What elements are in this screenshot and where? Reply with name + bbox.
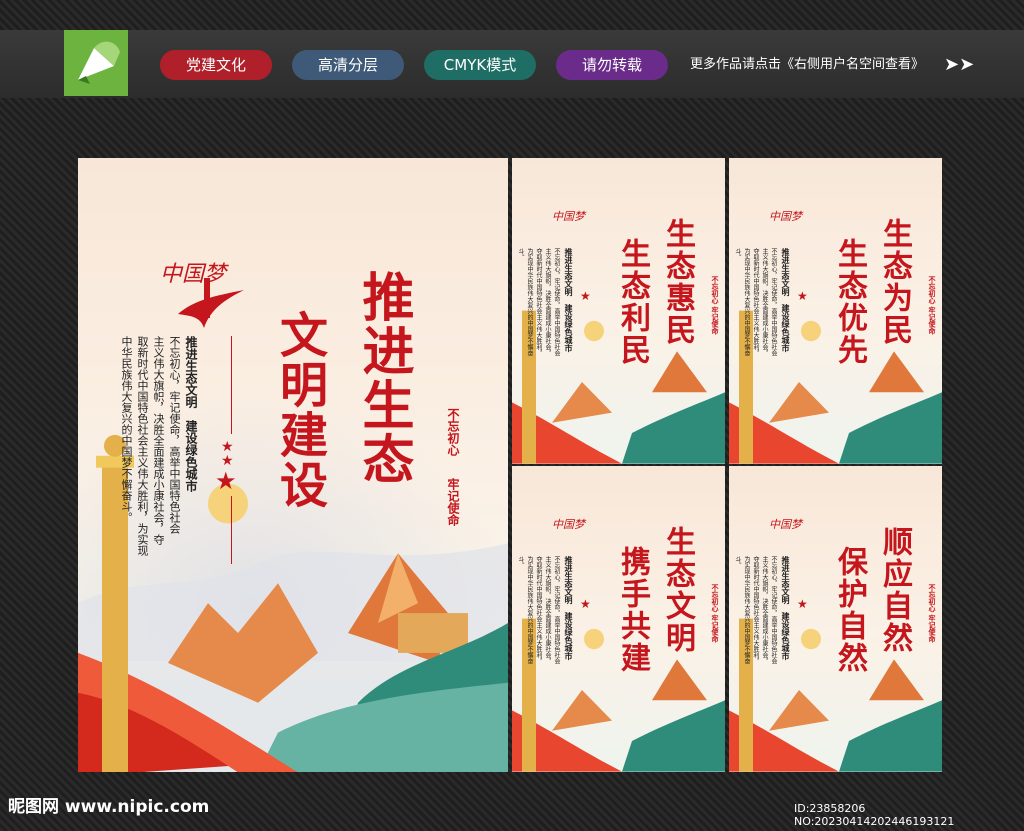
small-4-body-text: 不忘初心，牢记使命，高举中国特色社会主义伟大旗帜，决胜全面建成小康社会，夺取新时… — [734, 556, 777, 664]
main-title-left: 文明建设 — [271, 310, 327, 510]
main-poster: 中国梦 推进生态 文明建设 ★ ★ ★ 推进生态文明 建设绿色城市 不忘初心，牢记… — [78, 158, 508, 772]
tag-cmyk[interactable]: CMYK模式 — [424, 50, 536, 80]
tag-party-culture[interactable]: 党建文化 — [160, 50, 272, 80]
divider-line-lower — [231, 496, 232, 564]
slogan-stay-true: 不忘初心 — [446, 408, 460, 456]
small-1-body-heading: 推进生态文明 建设绿色城市 — [564, 248, 574, 352]
image-id: ID:23858206 NO:20230414202446193121 — [794, 802, 955, 828]
small-4-slogan: 不忘初心 牢记使命 — [928, 584, 937, 643]
small-poster-1: 中国梦 生态惠民 生态利民 推进生态文明 建设绿色城市 不忘初心，牢记使命，高举… — [512, 158, 725, 464]
star-decoration-icon: ★ — [580, 597, 591, 611]
main-body-line-1: 不忘初心，牢记使命，高举中国特色社会 — [168, 336, 181, 534]
star-decoration-icon: ★ — [580, 289, 591, 303]
small-3-body-text: 不忘初心，牢记使命，高举中国特色社会主义伟大旗帜，决胜全面建成小康社会，夺取新时… — [517, 556, 560, 664]
small-poster-4: 中国梦 顺应自然 保护自然 推进生态文明 建设绿色城市 不忘初心，牢记使命，高举… — [729, 466, 942, 772]
small-3-slogan: 不忘初心 牢记使命 — [711, 584, 720, 643]
small-3-title-right: 生态文明 — [660, 526, 695, 654]
china-dream-calligraphy: 中国梦 — [552, 518, 585, 531]
small-poster-3: 中国梦 生态文明 携手共建 推进生态文明 建设绿色城市 不忘初心，牢记使命，高举… — [512, 466, 725, 772]
small-1-body-text: 不忘初心，牢记使命，高举中国特色社会主义伟大旗帜，决胜全面建成小康社会，夺取新时… — [517, 248, 560, 356]
tag-hd-layers[interactable]: 高清分层 — [292, 50, 404, 80]
small-1-title-right: 生态惠民 — [660, 218, 695, 346]
star-decoration-icon: ★ — [797, 289, 808, 303]
small-4-title-left: 保护自然 — [832, 546, 867, 674]
small-2-title-left: 生态优先 — [832, 238, 867, 366]
small-2-title-right: 生态为民 — [877, 218, 912, 346]
small-2-slogan: 不忘初心 牢记使命 — [928, 276, 937, 335]
china-dream-calligraphy: 中国梦 — [769, 210, 802, 223]
main-title-right: 推进生态 — [353, 270, 414, 486]
china-dream-calligraphy: 中国梦 — [552, 210, 585, 223]
small-3-title-left: 携手共建 — [615, 546, 650, 674]
big-star-icon: ★ — [215, 467, 237, 495]
main-body-line-4: 中华民族伟大复兴的中国梦不懈奋斗。 — [120, 336, 133, 523]
small-1-title-left: 生态利民 — [615, 238, 650, 366]
small-poster-2: 中国梦 生态为民 生态优先 推进生态文明 建设绿色城市 不忘初心，牢记使命，高举… — [729, 158, 942, 464]
pen-logo-icon — [64, 30, 128, 96]
china-dream-calligraphy: 中国梦 — [769, 518, 802, 531]
more-works-link[interactable]: 更多作品请点击《右侧用户名空间查看》 — [690, 50, 924, 80]
site-watermark: 昵图网 www.nipic.com — [8, 797, 210, 817]
small-4-body-heading: 推进生态文明 建设绿色城市 — [781, 556, 791, 660]
slogan-mission: 牢记使命 — [446, 478, 460, 526]
main-body-heading: 推进生态文明 建设绿色城市 — [184, 336, 198, 492]
calligraphy-brush-icon — [178, 278, 244, 328]
small-3-body-heading: 推进生态文明 建设绿色城市 — [564, 556, 574, 660]
small-2-body-text: 不忘初心，牢记使命，高举中国特色社会主义伟大旗帜，决胜全面建成小康社会，夺取新时… — [734, 248, 777, 356]
tag-no-repost[interactable]: 请勿转载 — [556, 50, 668, 80]
main-body-line-2: 主义伟大旗帜，决胜全面建成小康社会，夺 — [152, 336, 165, 545]
divider-line — [231, 336, 232, 434]
double-chevron-right-icon[interactable]: ➤➤ — [944, 54, 974, 76]
main-body-line-3: 取新时代中国特色社会主义伟大胜利，为实现 — [136, 336, 149, 556]
star-decoration-icon: ★ — [797, 597, 808, 611]
small-1-slogan: 不忘初心 牢记使命 — [711, 276, 720, 335]
small-2-body-heading: 推进生态文明 建设绿色城市 — [781, 248, 791, 352]
small-4-title-right: 顺应自然 — [877, 526, 912, 654]
star-decoration-icon: ★ ★ — [221, 439, 234, 469]
